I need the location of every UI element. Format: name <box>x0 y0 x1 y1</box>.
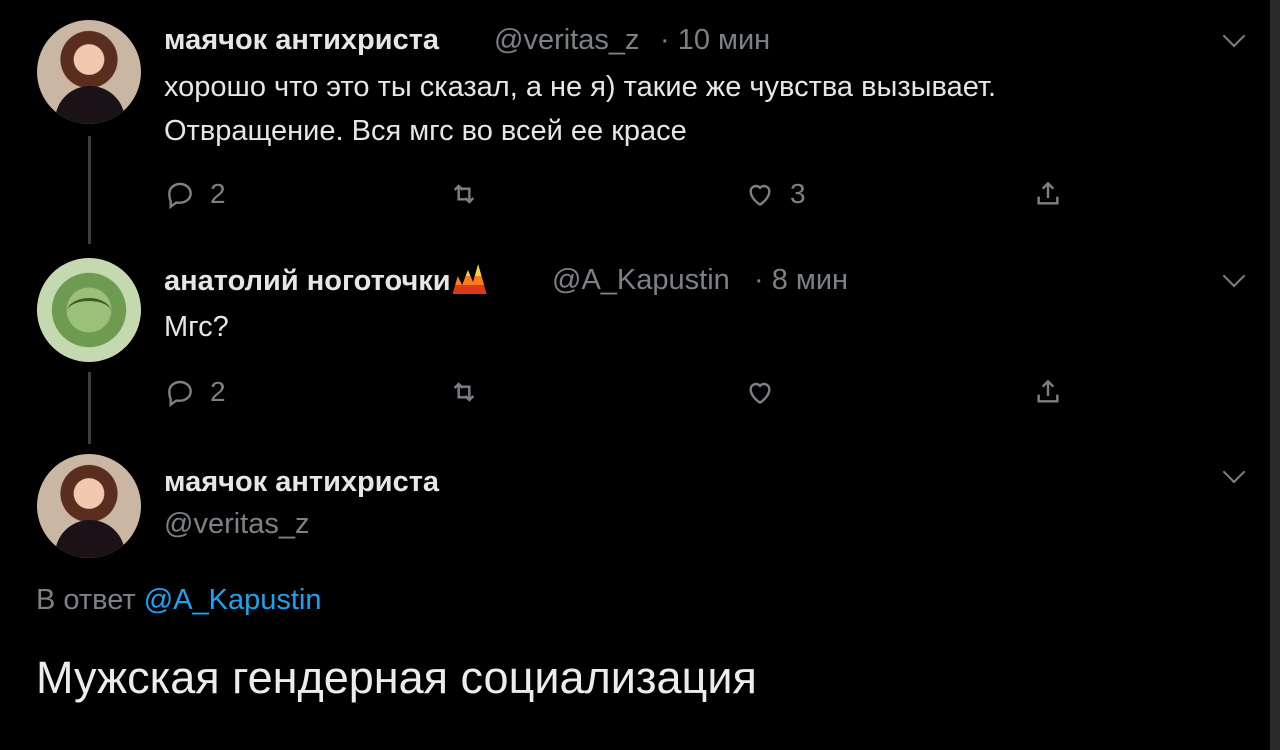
share-button[interactable] <box>1032 374 1064 410</box>
reply-button[interactable]: 2 <box>164 176 226 212</box>
nail-polish-emoji-icon <box>452 264 487 294</box>
tweet-text-line: хорошо что это ты сказал, а не я) такие … <box>164 71 997 103</box>
mention-link[interactable]: @A_Kapustin <box>144 584 322 616</box>
chevron-down-icon[interactable] <box>1222 460 1246 484</box>
avatar[interactable] <box>37 454 141 558</box>
retweet-button[interactable] <box>448 374 480 410</box>
thread-line <box>88 372 91 444</box>
chevron-down-icon[interactable] <box>1222 24 1246 48</box>
avatar[interactable] <box>37 20 141 124</box>
reply-count: 2 <box>210 178 226 209</box>
like-count: 3 <box>790 178 806 209</box>
timestamp[interactable]: · 8 мин <box>754 264 848 297</box>
avatar[interactable] <box>37 258 141 362</box>
tweet-thread: маячок антихриста @veritas_z · 10 мин хо… <box>0 0 1280 750</box>
like-icon <box>749 184 771 207</box>
display-name[interactable]: анатолий ноготочки <box>164 264 487 298</box>
share-icon <box>1037 181 1059 205</box>
share-button[interactable] <box>1032 176 1064 212</box>
tweet-text-line: Мгс? <box>164 311 229 343</box>
retweet-button[interactable] <box>448 176 480 212</box>
retweet-icon <box>453 184 475 204</box>
display-name[interactable]: маячок антихриста <box>164 24 439 57</box>
like-button[interactable]: 3 <box>744 176 806 212</box>
timestamp[interactable]: · 10 мин <box>660 24 770 57</box>
handle[interactable]: @A_Kapustin <box>552 264 730 297</box>
display-name[interactable]: маячок антихриста <box>164 466 439 499</box>
reply-count: 2 <box>210 376 226 407</box>
reply-context: В ответ @A_Kapustin <box>36 584 322 617</box>
chevron-down-icon[interactable] <box>1222 264 1246 288</box>
focused-tweet-text: Мужская гендерная социализация <box>36 652 757 703</box>
reply-prefix: В ответ <box>36 584 144 616</box>
retweet-icon <box>453 382 475 402</box>
share-icon <box>1037 379 1059 403</box>
reply-button[interactable]: 2 <box>164 374 226 410</box>
like-icon <box>749 382 771 405</box>
like-button[interactable] <box>744 374 776 410</box>
handle[interactable]: @veritas_z <box>164 508 309 541</box>
reply-icon <box>168 380 192 408</box>
tweet-text-line: Отвращение. Вся мгс во всей ее красе <box>164 115 687 147</box>
thread-line <box>88 136 91 244</box>
reply-icon <box>168 182 192 210</box>
handle[interactable]: @veritas_z <box>494 24 639 57</box>
